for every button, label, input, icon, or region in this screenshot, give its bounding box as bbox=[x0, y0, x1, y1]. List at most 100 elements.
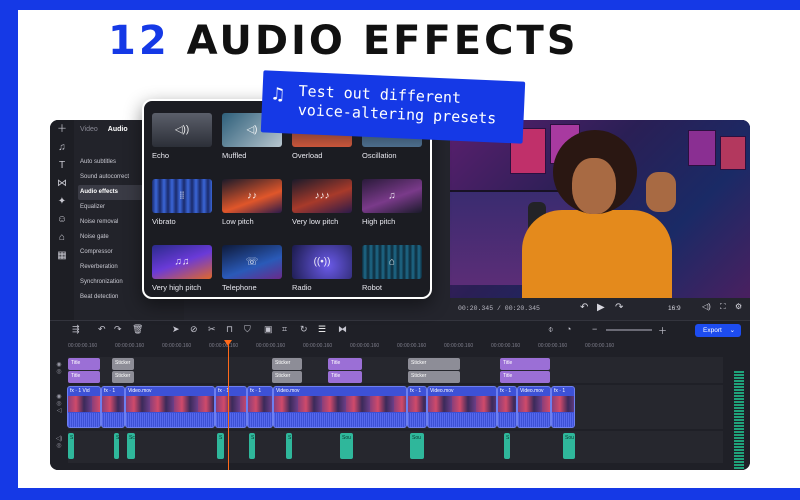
crop-icon[interactable]: ⌗ bbox=[282, 324, 287, 335]
video-clip-label: fx · 1 bbox=[554, 388, 566, 394]
audio-clip[interactable]: S bbox=[286, 433, 292, 459]
effects-sparkle-icon[interactable]: ✦ bbox=[50, 193, 74, 210]
title-clip[interactable]: Title bbox=[68, 358, 100, 370]
audio-clip[interactable]: Sc bbox=[127, 433, 135, 459]
effect-robot[interactable]: ⌂ Robot bbox=[362, 245, 424, 297]
transition-icon[interactable]: ⋈ bbox=[50, 175, 74, 192]
effect-telephone[interactable]: ☏ Telephone bbox=[222, 245, 284, 297]
zoom-slider[interactable] bbox=[606, 329, 652, 331]
audio-clip[interactable]: Sou bbox=[563, 433, 575, 459]
cursor-icon[interactable]: ➤ bbox=[172, 324, 180, 335]
effect-very-high-pitch[interactable]: ♫♫ Very high pitch bbox=[152, 245, 214, 297]
video-clip-label: fx · 1 bbox=[500, 388, 512, 394]
title-clip[interactable]: Title bbox=[500, 358, 550, 370]
ruler-tick: 00:00:00.160 bbox=[115, 343, 145, 349]
audio-clip[interactable]: S bbox=[504, 433, 510, 459]
sticker-clip[interactable]: Sticker bbox=[272, 358, 302, 370]
audio-clip[interactable]: Sou bbox=[340, 433, 353, 459]
title-track bbox=[68, 357, 723, 383]
sticker-clip[interactable]: Sticker bbox=[112, 358, 134, 370]
image-icon[interactable]: ▣ bbox=[264, 324, 273, 335]
undo-seek-icon[interactable]: ↶ bbox=[580, 302, 588, 313]
effect-vibrato[interactable]: ⦙⦙ Vibrato bbox=[152, 179, 214, 241]
title-clip[interactable]: Title bbox=[328, 371, 362, 383]
link-icon[interactable]: ⧓ bbox=[338, 324, 347, 335]
audio-clip[interactable]: S bbox=[217, 433, 224, 459]
effect-label: Overload bbox=[292, 151, 323, 160]
trim-icon[interactable]: ⊓ bbox=[226, 324, 233, 335]
chevron-down-icon[interactable]: ⌄ bbox=[730, 327, 735, 334]
video-preview[interactable] bbox=[450, 120, 750, 298]
audio-clip[interactable]: S bbox=[249, 433, 255, 459]
effect-radio[interactable]: ((•)) Radio bbox=[292, 245, 354, 297]
split-icon[interactable]: ✂ bbox=[208, 324, 216, 335]
video-clip[interactable]: fx · 1 bbox=[551, 386, 575, 428]
snap-icon[interactable]: ⌽ bbox=[548, 324, 553, 335]
audio-clip[interactable]: Sou bbox=[410, 433, 424, 459]
export-button[interactable]: Export ⌄ bbox=[695, 324, 741, 337]
ruler-tick: 00:00:00.160 bbox=[444, 343, 474, 349]
tab-video[interactable]: Video bbox=[80, 126, 98, 133]
sticker-clip[interactable]: Sticker bbox=[408, 358, 460, 370]
sticker-clip[interactable]: Sticker bbox=[272, 371, 302, 383]
text-icon[interactable]: T bbox=[50, 157, 74, 174]
poster-image bbox=[720, 136, 746, 170]
apps-grid-icon[interactable]: ▦ bbox=[50, 247, 74, 264]
sticker-clip[interactable]: Sticker bbox=[112, 371, 134, 383]
sticker-icon[interactable]: ☺ bbox=[50, 211, 74, 228]
effect-echo[interactable]: ◁)) Echo bbox=[152, 113, 214, 175]
effect-low-pitch[interactable]: ♪♪ Low pitch bbox=[222, 179, 284, 241]
video-clip[interactable]: Video.mov bbox=[517, 386, 551, 428]
video-clip[interactable]: fx · 1 Vid bbox=[67, 386, 101, 428]
add-icon[interactable]: ＋ bbox=[50, 121, 74, 138]
loop-icon[interactable]: ◔ bbox=[566, 324, 571, 334]
play-icon[interactable]: ▶ bbox=[597, 302, 605, 313]
video-clip[interactable]: Video.mov bbox=[427, 386, 497, 428]
marker-icon[interactable]: ⊘ bbox=[190, 324, 198, 335]
video-clip[interactable]: Video.mov bbox=[273, 386, 407, 428]
video-clip[interactable]: fx · 1 bbox=[101, 386, 125, 428]
add-track-icon[interactable]: ⇶ bbox=[72, 324, 80, 335]
settings-gear-icon[interactable]: ⚙ bbox=[735, 302, 742, 311]
effect-label: High pitch bbox=[362, 217, 396, 226]
poster-image bbox=[688, 130, 716, 166]
title-clip[interactable]: Title bbox=[500, 371, 550, 383]
undo-icon[interactable]: ↶ bbox=[98, 324, 106, 335]
effect-label: Vibrato bbox=[152, 217, 176, 226]
title-clip[interactable]: Title bbox=[68, 371, 100, 383]
fullscreen-icon[interactable]: ⛶ bbox=[720, 302, 726, 312]
effect-high-pitch[interactable]: ♫ High pitch bbox=[362, 179, 424, 241]
adjust-icon[interactable]: ☰ bbox=[318, 324, 326, 335]
audio-clip[interactable]: S bbox=[114, 433, 119, 459]
tab-audio[interactable]: Audio bbox=[108, 126, 128, 133]
ruler-tick: 00:00:00.160 bbox=[538, 343, 568, 349]
title-clip[interactable]: Title bbox=[328, 358, 362, 370]
rotate-icon[interactable]: ↻ bbox=[300, 324, 308, 335]
playhead[interactable] bbox=[224, 340, 232, 470]
ruler-tick: 00:00:00.160 bbox=[256, 343, 286, 349]
volume-icon[interactable]: ◁) bbox=[702, 302, 711, 311]
effect-very-low-pitch[interactable]: ♪♪♪ Very low pitch bbox=[292, 179, 354, 241]
zoom-out-icon[interactable]: − bbox=[592, 324, 597, 334]
redo-seek-icon[interactable]: ↷ bbox=[615, 302, 623, 313]
title-track-header[interactable]: ◉ ◎ bbox=[50, 361, 68, 375]
audio-clip[interactable]: S bbox=[68, 433, 74, 459]
ruler-tick: 00:00:00.160 bbox=[68, 343, 98, 349]
video-clip[interactable]: Video.mov bbox=[125, 386, 215, 428]
video-clip[interactable]: fx · 1 bbox=[407, 386, 427, 428]
aspect-ratio-select[interactable]: 16:9 bbox=[668, 305, 681, 312]
video-clip[interactable]: fx · 1 bbox=[247, 386, 273, 428]
zoom-in-icon[interactable]: ＋ bbox=[658, 324, 667, 337]
video-clip[interactable]: fx · 1 bbox=[497, 386, 517, 428]
delete-icon[interactable]: 🗑 bbox=[132, 324, 143, 335]
basket-icon[interactable]: ⌂ bbox=[50, 229, 74, 246]
shield-icon[interactable]: ⛉ bbox=[244, 324, 251, 335]
sticker-clip[interactable]: Sticker bbox=[408, 371, 460, 383]
video-track-header[interactable]: ◉ ◎ ◁ bbox=[50, 393, 68, 414]
time-ruler: 00:00:00.160 00:00:00.160 00:00:00.160 0… bbox=[68, 341, 668, 351]
music-icon[interactable]: ♫ bbox=[50, 139, 74, 156]
video-clip[interactable]: fx · 1 bbox=[215, 386, 247, 428]
audio-track-header[interactable]: ◁) ◎ bbox=[50, 435, 68, 449]
note-icon: ♫ bbox=[388, 190, 396, 202]
redo-icon[interactable]: ↷ bbox=[114, 324, 122, 335]
